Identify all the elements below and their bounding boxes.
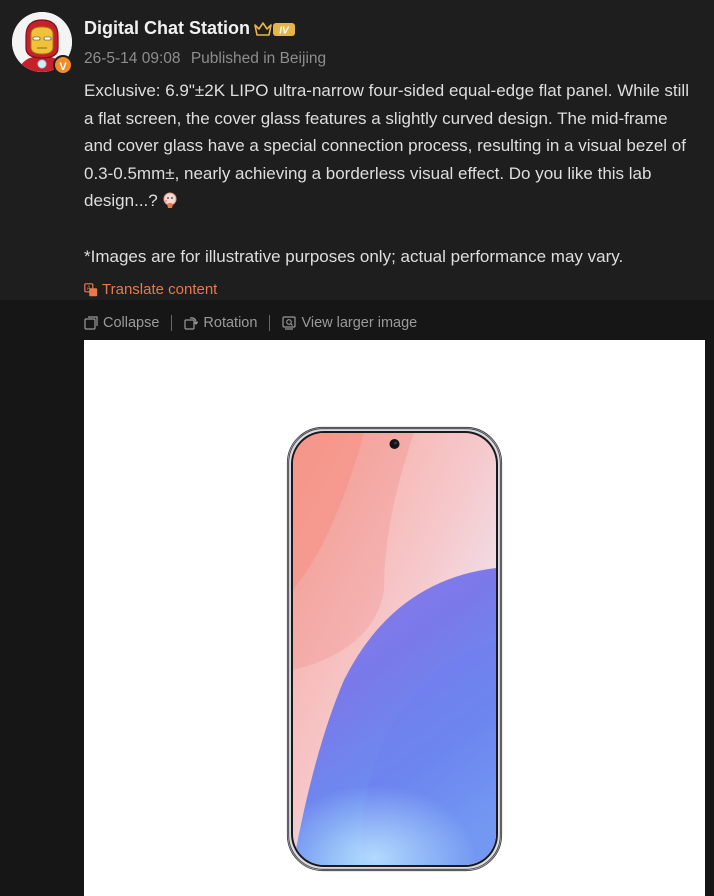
collapse-label: Collapse bbox=[103, 315, 160, 331]
post-date: 26-5-14 09:08 bbox=[84, 50, 181, 67]
thinking-emoji-icon bbox=[163, 192, 177, 208]
post-image[interactable] bbox=[84, 340, 705, 896]
disclaimer-text: *Images are for illustrative purposes on… bbox=[84, 247, 624, 266]
view-larger-label: View larger image bbox=[301, 315, 418, 331]
svg-text:A: A bbox=[87, 286, 91, 292]
rotation-label: Rotation bbox=[203, 315, 258, 331]
collapse-icon bbox=[84, 316, 98, 330]
translate-button[interactable]: A Translate content bbox=[84, 281, 217, 298]
post-body: Exclusive: 6.9"±2K LIPO ultra-narrow fou… bbox=[84, 77, 700, 215]
zoom-image-icon bbox=[282, 316, 297, 330]
action-divider bbox=[269, 315, 271, 331]
rotate-icon bbox=[184, 317, 199, 330]
crown-icon: IV bbox=[254, 22, 295, 37]
image-actions-bar: Collapse Rotation View larger image bbox=[84, 313, 417, 333]
username[interactable]: Digital Chat Station bbox=[84, 18, 250, 39]
collapse-button[interactable]: Collapse bbox=[84, 315, 159, 331]
weibo-post: V Digital Chat Station IV 26-5-14 09:08 … bbox=[0, 0, 714, 896]
rotation-button[interactable]: Rotation bbox=[184, 315, 257, 331]
action-divider bbox=[171, 315, 173, 331]
view-larger-button[interactable]: View larger image bbox=[282, 315, 417, 331]
post-meta: 26-5-14 09:08 Published in Beijing bbox=[84, 50, 326, 68]
translate-icon: A bbox=[84, 282, 98, 296]
phone-render-image bbox=[286, 426, 503, 872]
translate-label: Translate content bbox=[102, 281, 218, 298]
level-badge: IV bbox=[279, 26, 290, 37]
verified-badge: V bbox=[53, 55, 73, 75]
post-location: Published in Beijing bbox=[190, 50, 327, 67]
